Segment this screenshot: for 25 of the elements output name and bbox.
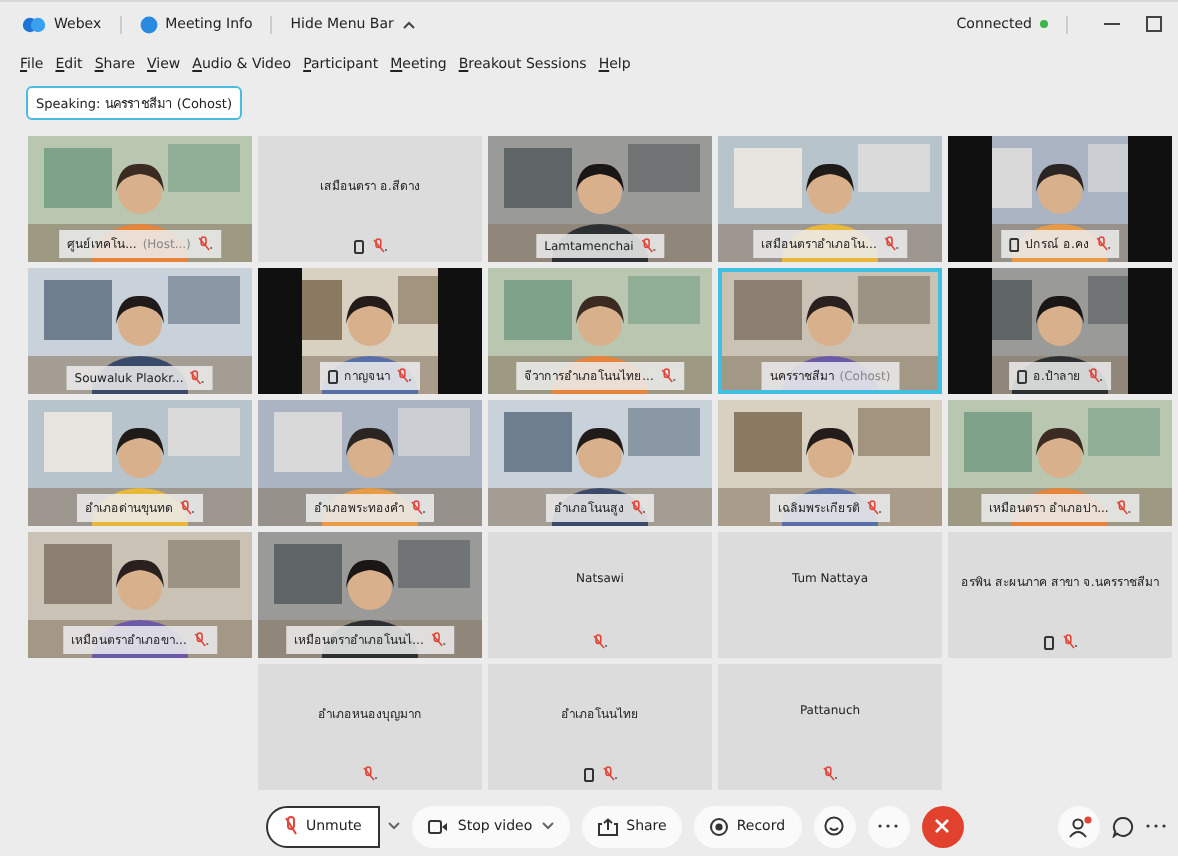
info-icon	[139, 15, 158, 33]
muted-mic-icon	[284, 816, 298, 836]
phone-icon	[1009, 237, 1020, 251]
leave-meeting-button[interactable]	[921, 805, 964, 847]
minimize-icon[interactable]	[1104, 22, 1120, 26]
chat-icon[interactable]	[1112, 815, 1134, 837]
share-icon	[598, 817, 619, 835]
phone-icon	[583, 767, 593, 781]
phone-icon	[353, 239, 363, 253]
phone-icon	[328, 369, 338, 383]
person-icon	[1067, 815, 1091, 837]
reactions-button[interactable]	[813, 805, 856, 847]
status-dot-icon	[1040, 20, 1048, 28]
caret-icon[interactable]	[542, 822, 555, 830]
phone-icon	[1043, 635, 1053, 649]
maximize-icon[interactable]	[1146, 16, 1162, 32]
camera-icon	[427, 819, 448, 833]
chevron-up-icon[interactable]	[401, 19, 416, 29]
webex-logo-icon	[22, 15, 46, 33]
close-icon	[934, 818, 951, 834]
caret-icon[interactable]	[387, 822, 400, 830]
participants-button[interactable]	[1058, 805, 1100, 847]
record-icon	[710, 817, 729, 835]
smiley-icon	[824, 816, 845, 836]
phone-icon	[1017, 369, 1028, 383]
